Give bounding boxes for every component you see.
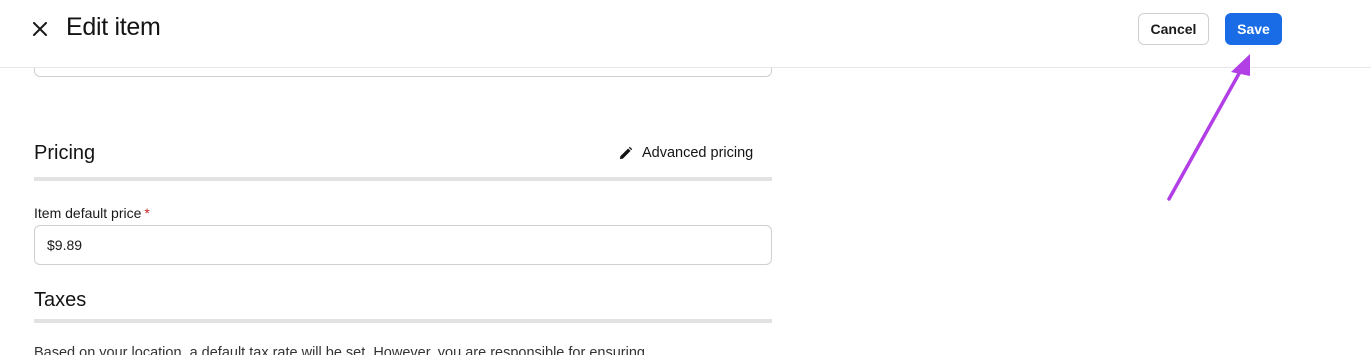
price-field-label: Item default price * [34,205,150,221]
required-indicator: * [144,205,150,221]
taxes-section-title: Taxes [34,289,87,311]
advanced-pricing-label: Advanced pricing [642,145,754,161]
taxes-divider [34,319,772,323]
header-bar: Edit item Cancel Save [0,0,1371,68]
pricing-section-title: Pricing [34,142,96,164]
page-title: Edit item [66,13,161,41]
pencil-icon [618,146,633,161]
close-button[interactable] [28,17,52,41]
price-label-text: Item default price [34,205,142,221]
edit-item-page: Edit item Cancel Save Pricing Advanced p… [0,0,1371,355]
advanced-pricing-button[interactable]: Advanced pricing [618,143,753,163]
pricing-divider [34,177,772,181]
item-default-price-input[interactable] [34,225,772,265]
save-button[interactable]: Save [1225,13,1282,45]
cancel-button[interactable]: Cancel [1138,13,1209,45]
close-icon [33,22,47,36]
tax-note: Based on your location, a default tax ra… [34,345,645,355]
